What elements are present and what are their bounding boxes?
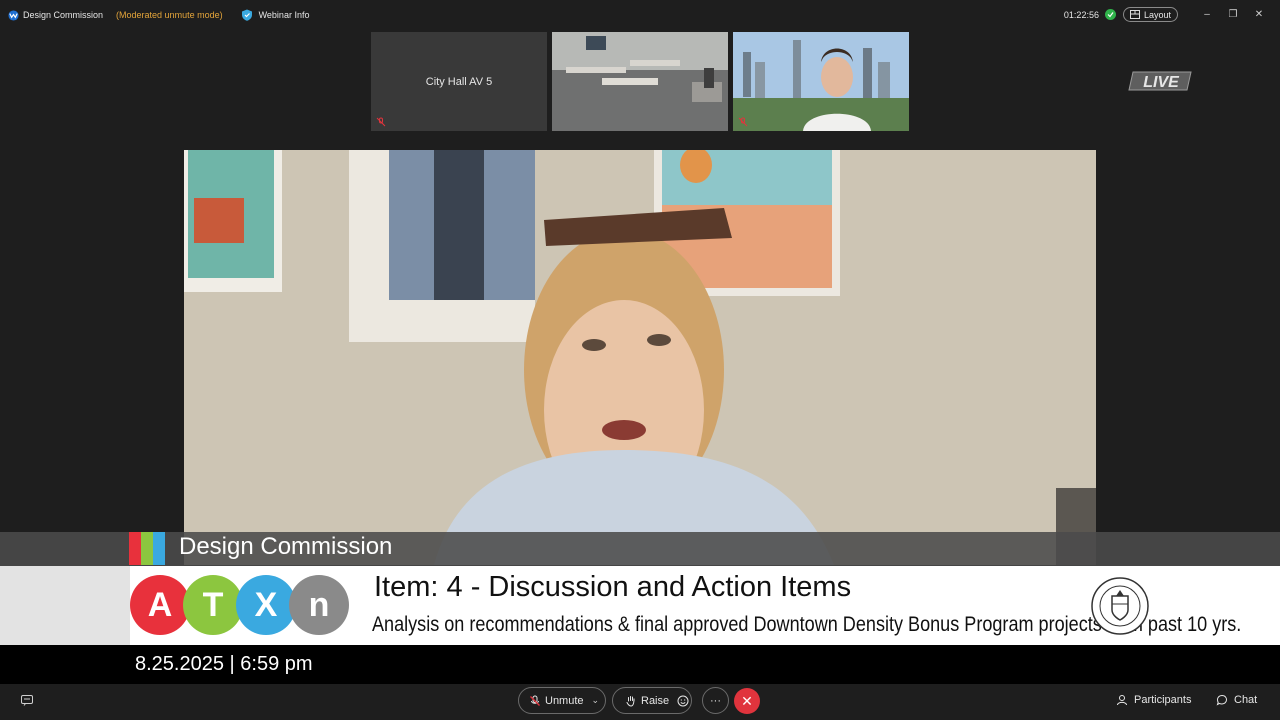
atxn-logo: A T X n — [130, 575, 349, 635]
lower-third-left-panel — [0, 566, 130, 645]
meeting-timer: 01:22:56 — [1063, 9, 1099, 20]
participants-icon — [1117, 695, 1127, 706]
layout-label: Layout — [1143, 9, 1171, 20]
raise-hand-button[interactable]: Raise — [612, 687, 692, 714]
restore-icon[interactable]: ❐ — [1220, 8, 1246, 22]
speaker-video-frame — [184, 150, 1096, 565]
muted-mic-icon — [530, 695, 540, 706]
leave-meeting-button[interactable]: ✕ — [734, 688, 760, 714]
unmute-button[interactable]: Unmute ⌄ — [518, 687, 606, 714]
more-options-button[interactable]: ··· — [702, 687, 729, 714]
hand-icon — [626, 695, 635, 707]
webinar-info-label: Webinar Info — [258, 10, 310, 20]
chat-label: Chat — [1234, 694, 1258, 706]
live-label: LIVE — [1143, 74, 1180, 91]
participants-button[interactable]: Participants — [1116, 694, 1191, 706]
logo-letter-x: X — [236, 575, 296, 635]
participants-label: Participants — [1134, 694, 1192, 706]
organization-name: Design Commission — [179, 533, 393, 560]
logo-letter-a: A — [130, 575, 190, 635]
live-badge: LIVE — [1128, 71, 1192, 91]
caption-icon[interactable] — [20, 693, 34, 707]
agenda-item-title: Item: 4 - Discussion and Action Items — [374, 571, 852, 603]
title-bar: Design Commission (Moderated unmute mode… — [0, 0, 1280, 30]
reaction-icon[interactable] — [677, 695, 689, 707]
title-right: 01:22:56 Layout – ❐ ✕ — [1064, 7, 1272, 22]
broadcast-date-time: 8.25.2025 | 6:59 pm — [135, 653, 313, 675]
shield-icon — [241, 9, 252, 21]
layout-icon — [1129, 10, 1140, 19]
close-icon[interactable]: ✕ — [1246, 8, 1272, 22]
minimize-icon[interactable]: – — [1194, 8, 1220, 22]
participant-tile-meeting-room[interactable] — [552, 32, 728, 131]
city-seal-icon — [1091, 577, 1149, 635]
logo-letter-t: T — [183, 575, 243, 635]
meeting-room-video — [552, 32, 728, 131]
participant-tile-city-hall-av5[interactable]: City Hall AV 5 — [371, 32, 547, 131]
speaker-video — [733, 32, 909, 131]
muted-mic-icon — [738, 117, 748, 127]
main-speaker-video — [184, 150, 1096, 565]
title-left: Design Commission (Moderated unmute mode… — [8, 9, 309, 21]
logo-letter-n: n — [289, 575, 349, 635]
close-icon: ✕ — [741, 692, 753, 709]
chevron-down-icon[interactable]: ⌄ — [592, 695, 600, 706]
chat-icon — [1216, 694, 1228, 706]
raise-label: Raise — [641, 694, 670, 707]
layout-button[interactable]: Layout — [1122, 7, 1178, 22]
connection-status-icon[interactable] — [1104, 9, 1116, 20]
webex-app-icon — [8, 9, 19, 21]
participant-name: City Hall AV 5 — [425, 76, 493, 88]
chat-button[interactable]: Chat — [1216, 694, 1257, 706]
participant-tile-speaker[interactable] — [733, 32, 909, 131]
webinar-info-button[interactable]: Webinar Info — [241, 9, 310, 21]
app-title: Design Commission — [23, 10, 104, 20]
unmute-mode-label: (Moderated unmute mode) — [116, 10, 223, 20]
brand-stripes — [129, 532, 165, 565]
muted-mic-icon — [376, 117, 386, 127]
unmute-label: Unmute — [545, 694, 584, 707]
more-options-icon: ··· — [710, 694, 721, 707]
